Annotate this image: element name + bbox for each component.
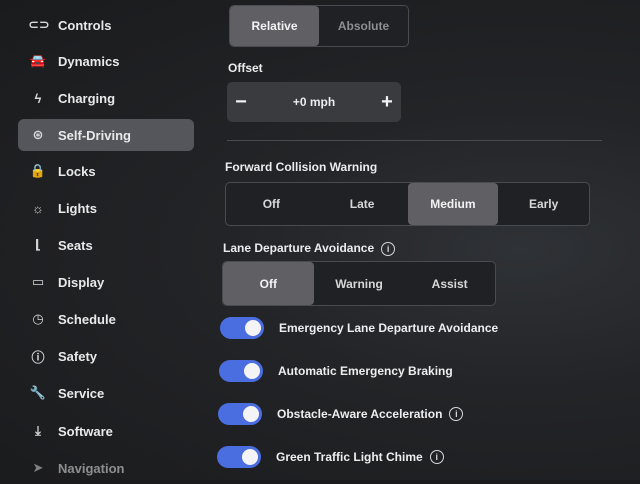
lda-label-row: Lane Departure Avoidance i <box>223 241 396 256</box>
offset-mode-selector: Relative Absolute <box>229 5 409 47</box>
lda-option-assist[interactable]: Assist <box>404 262 495 305</box>
wrench-icon: 🔧 <box>29 385 47 400</box>
fcw-option-early[interactable]: Early <box>498 183 589 225</box>
fcw-option-late[interactable]: Late <box>317 183 408 225</box>
lda-label: Lane Departure Avoidance <box>223 241 375 255</box>
car-icon: 🚘 <box>29 53 47 68</box>
sidebar-item-software[interactable]: ⤓ Software <box>18 415 194 447</box>
sidebar-item-label: Charging <box>58 90 116 106</box>
display-icon: ▭ <box>31 274 45 289</box>
toggle-row-elda: Emergency Lane Departure Avoidance <box>220 317 498 339</box>
offset-mode-absolute[interactable]: Absolute <box>319 6 408 46</box>
toggle-label: Green Traffic Light Chime <box>276 450 423 464</box>
toggle-label: Emergency Lane Departure Avoidance <box>279 321 499 335</box>
sidebar-item-self-driving[interactable]: ⊛ Self-Driving <box>18 119 194 151</box>
sidebar-item-label: Software <box>58 423 113 439</box>
chime-toggle[interactable] <box>217 446 261 468</box>
lock-icon: 🔒 <box>29 163 47 178</box>
sidebar-item-label: Seats <box>58 237 93 253</box>
seat-icon: ⌊ <box>35 237 41 252</box>
increase-offset-button[interactable]: + <box>373 91 401 114</box>
navigation-icon: ➤ <box>32 460 44 475</box>
sidebar-item-label: Self-Driving <box>58 127 131 143</box>
lda-option-warning[interactable]: Warning <box>314 262 405 305</box>
toggle-row-chime: Green Traffic Light Chime i <box>217 446 444 468</box>
sidebar-item-label: Lights <box>58 200 97 216</box>
sidebar-item-dynamics[interactable]: 🚘 Dynamics <box>18 45 194 77</box>
fcw-option-medium[interactable]: Medium <box>407 183 499 225</box>
info-icon[interactable]: i <box>429 450 444 464</box>
clock-icon: ◷ <box>32 311 44 326</box>
sidebar-item-lights[interactable]: ☼ Lights <box>18 192 194 224</box>
sidebar-item-seats[interactable]: ⌊ Seats <box>18 229 194 261</box>
fcw-label: Forward Collision Warning <box>225 160 378 174</box>
fcw-option-off[interactable]: Off <box>226 183 317 225</box>
sidebar-item-safety[interactable]: ⓘ Safety <box>18 340 194 372</box>
sidebar-item-label: Navigation <box>58 460 125 476</box>
sidebar-item-label: Display <box>58 274 105 290</box>
info-icon[interactable]: i <box>381 241 396 256</box>
offset-value: +0 mph <box>292 95 336 109</box>
settings-sidebar: ⊂⊃ Controls 🚘 Dynamics ϟ Charging ⊛ Self… <box>0 0 205 480</box>
sidebar-item-label: Schedule <box>58 311 116 327</box>
sidebar-item-locks[interactable]: 🔒 Locks <box>18 155 194 187</box>
aeb-toggle[interactable] <box>219 360 263 382</box>
sidebar-item-display[interactable]: ▭ Display <box>18 266 194 298</box>
sidebar-item-label: Controls <box>58 17 112 33</box>
toggle-row-aeb: Automatic Emergency Braking <box>219 360 453 382</box>
info-icon[interactable]: i <box>449 407 464 421</box>
toggle-row-oaa: Obstacle-Aware Acceleration i <box>218 403 464 425</box>
offset-stepper: − +0 mph + <box>227 82 401 122</box>
toggle-icon: ⊂⊃ <box>28 17 50 32</box>
section-divider <box>227 140 602 141</box>
decrease-offset-button[interactable]: − <box>227 91 255 114</box>
sidebar-item-service[interactable]: 🔧 Service <box>18 377 194 409</box>
sidebar-item-label: Dynamics <box>58 53 120 69</box>
toggle-label: Automatic Emergency Braking <box>278 364 453 378</box>
lda-selector: Off Warning Assist <box>222 261 496 306</box>
fcw-selector: Off Late Medium Early <box>225 182 590 226</box>
settings-screen: ⊂⊃ Controls 🚘 Dynamics ϟ Charging ⊛ Self… <box>0 0 640 480</box>
oaa-toggle[interactable] <box>218 403 262 425</box>
light-icon: ☼ <box>32 200 44 216</box>
sidebar-item-label: Service <box>58 385 105 401</box>
sidebar-item-controls[interactable]: ⊂⊃ Controls <box>18 9 194 41</box>
offset-mode-relative[interactable]: Relative <box>230 6 319 46</box>
sidebar-item-navigation[interactable]: ➤ Navigation <box>18 452 194 484</box>
steering-wheel-icon: ⊛ <box>32 127 44 142</box>
elda-toggle[interactable] <box>220 317 264 339</box>
sidebar-item-label: Locks <box>58 163 96 179</box>
lda-option-off[interactable]: Off <box>223 262 314 305</box>
bolt-icon: ϟ <box>34 90 42 106</box>
download-icon: ⤓ <box>35 423 41 438</box>
toggle-label: Obstacle-Aware Acceleration <box>277 407 443 421</box>
self-driving-panel: Relative Absolute Offset − +0 mph + Forw… <box>215 0 640 480</box>
sidebar-item-label: Safety <box>58 348 98 364</box>
sidebar-item-schedule[interactable]: ◷ Schedule <box>18 303 194 335</box>
sidebar-item-charging[interactable]: ϟ Charging <box>18 82 194 114</box>
alert-icon: ⓘ <box>31 349 45 365</box>
offset-label: Offset <box>228 61 263 75</box>
